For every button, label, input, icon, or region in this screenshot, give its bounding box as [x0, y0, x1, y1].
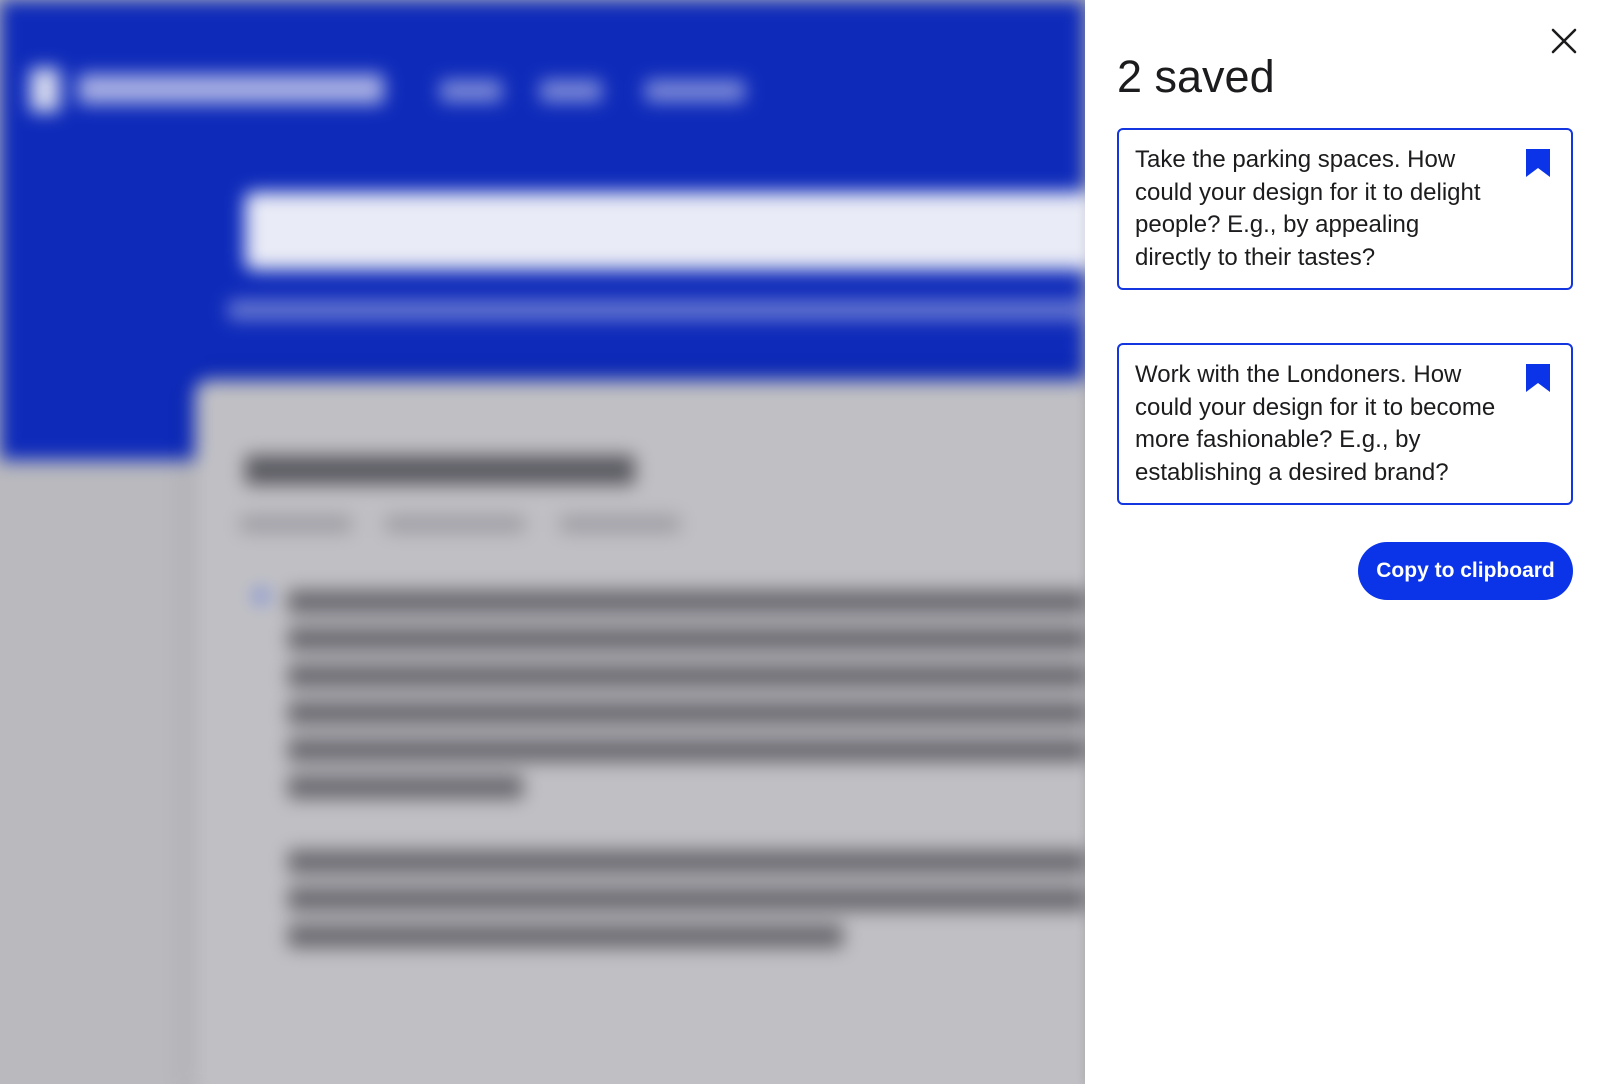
drawer-title: 2 saved	[1117, 51, 1275, 102]
close-icon	[1551, 28, 1577, 54]
saved-item-text: Work with the Londoners. How could your …	[1135, 361, 1496, 486]
bookmark-filled-icon	[1526, 149, 1550, 177]
copy-to-clipboard-button[interactable]: Copy to clipboard	[1358, 542, 1573, 600]
saved-item-text: Take the parking spaces. How could your …	[1135, 146, 1481, 271]
saved-item-card: Take the parking spaces. How could your …	[1117, 128, 1573, 291]
bookmark-filled-icon	[1526, 364, 1550, 392]
background-page	[0, 0, 1085, 1084]
unsave-bookmark-button[interactable]	[1523, 363, 1553, 397]
close-drawer-button[interactable]	[1545, 22, 1583, 60]
saved-item-card: Work with the Londoners. How could your …	[1117, 343, 1573, 506]
unsave-bookmark-button[interactable]	[1523, 148, 1553, 182]
modal-scrim[interactable]	[0, 0, 1085, 1084]
